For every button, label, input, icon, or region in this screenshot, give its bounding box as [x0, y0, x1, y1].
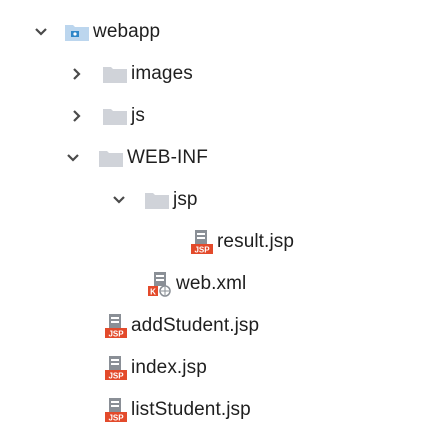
- chevron-right-icon[interactable]: [66, 105, 88, 127]
- chevron-down-icon[interactable]: [62, 147, 84, 169]
- tree-node-result-jsp[interactable]: JSP result.jsp: [190, 224, 294, 260]
- tree-node-images[interactable]: images: [66, 56, 193, 92]
- xml-file-icon: K: [147, 271, 173, 297]
- jsp-badge-text: JSP: [108, 414, 124, 423]
- jsp-badge-text: JSP: [108, 330, 124, 339]
- tree-node-liststudent-jsp[interactable]: JSP listStudent.jsp: [104, 392, 251, 428]
- jsp-file-icon: JSP: [190, 229, 214, 255]
- project-tree: webapp images js WEB-INF jsp JSP result.…: [0, 0, 429, 429]
- tree-node-web-xml[interactable]: K web.xml: [147, 266, 246, 302]
- tree-node-label: jsp: [173, 189, 198, 210]
- tree-node-label: result.jsp: [217, 231, 295, 252]
- web-folder-icon: [64, 22, 90, 42]
- xml-badge-text: K: [150, 288, 156, 297]
- chevron-down-icon[interactable]: [108, 189, 130, 211]
- tree-node-label: webapp: [93, 21, 161, 42]
- chevron-right-icon[interactable]: [66, 63, 88, 85]
- tree-node-label: index.jsp: [131, 357, 207, 378]
- jsp-file-icon: JSP: [104, 355, 128, 381]
- tree-node-label: addStudent.jsp: [131, 315, 260, 336]
- folder-icon: [102, 106, 128, 126]
- tree-node-webapp[interactable]: webapp: [30, 14, 160, 50]
- tree-node-label: WEB-INF: [127, 147, 208, 168]
- jsp-file-icon: JSP: [104, 397, 128, 423]
- jsp-badge-text: JSP: [194, 246, 210, 255]
- jsp-badge-text: JSP: [108, 372, 124, 381]
- folder-icon: [98, 148, 124, 168]
- tree-node-addstudent-jsp[interactable]: JSP addStudent.jsp: [104, 308, 259, 344]
- chevron-down-icon[interactable]: [30, 21, 52, 43]
- jsp-file-icon: JSP: [104, 313, 128, 339]
- folder-icon: [144, 190, 170, 210]
- tree-node-js[interactable]: js: [66, 98, 145, 134]
- tree-node-label: images: [131, 63, 193, 84]
- tree-node-web-inf[interactable]: WEB-INF: [62, 140, 208, 176]
- tree-node-label: web.xml: [176, 273, 247, 294]
- tree-node-index-jsp[interactable]: JSP index.jsp: [104, 350, 207, 386]
- folder-icon: [102, 64, 128, 84]
- tree-node-jsp-folder[interactable]: jsp: [108, 182, 198, 218]
- tree-node-label: listStudent.jsp: [131, 399, 251, 420]
- tree-node-label: js: [131, 105, 145, 126]
